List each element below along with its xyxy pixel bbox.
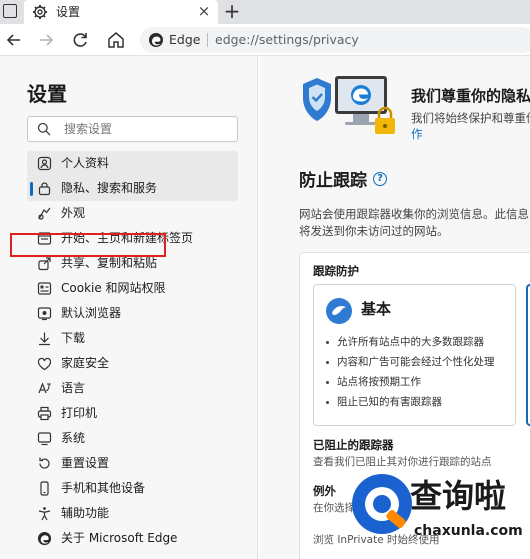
sidebar-item-phone[interactable]: 手机和其他设备 — [27, 476, 238, 501]
refresh-icon[interactable] — [68, 28, 92, 52]
tab-bar: 设置 × + — [0, 0, 530, 24]
watermark-text: 查询啦 — [410, 477, 507, 515]
edge-icon — [37, 531, 52, 546]
tracking-prevention-title: 防止跟踪 — [299, 171, 367, 191]
blocked-trackers-title[interactable]: 已阻止的跟踪器 — [313, 437, 394, 453]
sidebar-item-label: 打印机 — [61, 406, 98, 420]
privacy-illustration-icon — [303, 76, 395, 134]
url-field[interactable]: Edge edge://settings/privacy — [140, 27, 530, 53]
tracking-option-balanced[interactable] — [526, 284, 530, 426]
share-icon — [38, 257, 51, 271]
back-icon[interactable] — [2, 28, 26, 52]
sidebar-item-label: 家庭安全 — [61, 356, 110, 370]
address-bar: Edge edge://settings/privacy — [0, 24, 530, 56]
omnibox-divider — [207, 33, 208, 47]
accessibility-icon — [38, 507, 51, 521]
settings-sidebar: 设置 搜索设置 个人资料 隐私、搜索和服务 外观 开始、主页和新建标签页 共享、… — [0, 56, 258, 559]
sidebar-item-language[interactable]: 语言 — [27, 376, 238, 401]
hero-title: 我们尊重你的隐私 — [411, 87, 530, 105]
sidebar-item-reset[interactable]: 重置设置 — [27, 451, 238, 476]
profile-icon — [37, 156, 52, 171]
hero-description: 我们将始终保护和尊重你 — [411, 111, 530, 125]
hero-link[interactable]: 作 — [411, 126, 423, 142]
phone-icon — [40, 481, 49, 496]
edge-brand-label: Edge — [169, 32, 201, 47]
watermark-logo: 查询啦 chaxunla.com — [350, 470, 530, 559]
exceptions-description: 在你选择 — [313, 502, 355, 514]
tab-title: 设置 — [56, 5, 81, 19]
option-bullet: 内容和广告可能会经过个性化处理 — [326, 355, 495, 369]
sidebar-item-label: 下载 — [61, 331, 86, 345]
sidebar-item-label: 隐私、搜索和服务 — [61, 181, 158, 195]
help-icon[interactable]: ? — [373, 172, 387, 186]
option-title: 基本 — [361, 300, 392, 318]
search-icon — [37, 122, 51, 136]
sidebar-item-label: 个人资料 — [61, 156, 110, 170]
tab-close-button[interactable]: × — [196, 3, 212, 19]
sidebar-item-label: 辅助功能 — [61, 506, 110, 520]
language-icon — [38, 382, 51, 394]
sidebar-item-label: 手机和其他设备 — [61, 481, 146, 495]
gear-icon — [33, 5, 47, 19]
option-bullet: 站点将按预期工作 — [326, 375, 421, 389]
tracking-prevention-description: 网站会使用跟踪器收集你的浏览信息。此信息将发送到你未访问过的网站。 — [299, 207, 529, 238]
download-icon — [39, 332, 50, 346]
sidebar-item-label: 语言 — [61, 381, 86, 395]
sidebar-item-label: 共享、复制和粘贴 — [61, 256, 158, 270]
system-icon — [37, 432, 52, 446]
new-tab-button[interactable]: + — [222, 1, 242, 21]
sidebar-item-label: 默认浏览器 — [61, 306, 122, 320]
reset-icon — [39, 457, 50, 469]
browser-icon — [37, 307, 52, 321]
sidebar-item-label: 系统 — [61, 431, 86, 445]
sidebar-item-label: 外观 — [61, 206, 86, 220]
tracking-prevention-label: 跟踪防护 — [313, 264, 359, 278]
search-placeholder: 搜索设置 — [64, 122, 113, 136]
family-icon — [37, 357, 52, 371]
lock-icon — [38, 182, 51, 196]
printer-icon — [37, 406, 52, 421]
sidebar-item-system[interactable]: 系统 — [27, 426, 238, 451]
sidebar-title: 设置 — [27, 82, 67, 106]
forward-icon[interactable] — [34, 28, 58, 52]
sidebar-item-label: 重置设置 — [61, 456, 110, 470]
tab-settings[interactable]: 设置 × — [24, 0, 218, 24]
sidebar-item-cookies[interactable]: Cookie 和网站权限 — [27, 276, 238, 301]
sidebar-item-label: 关于 Microsoft Edge — [61, 531, 178, 545]
sidebar-item-default-browser[interactable]: 默认浏览器 — [27, 301, 238, 326]
sidebar-item-accessibility[interactable]: 辅助功能 — [27, 501, 238, 526]
tab-actions-icon[interactable] — [3, 4, 17, 18]
appearance-icon — [38, 207, 51, 220]
cookie-icon — [37, 282, 52, 295]
sidebar-item-downloads[interactable]: 下载 — [27, 326, 238, 351]
sidebar-item-profile[interactable]: 个人资料 — [27, 151, 238, 176]
watermark-domain: chaxunla.com — [414, 523, 523, 539]
sidebar-item-printers[interactable]: 打印机 — [27, 401, 238, 426]
exceptions-title[interactable]: 例外 — [313, 483, 336, 499]
sidebar-item-about[interactable]: 关于 Microsoft Edge — [27, 526, 238, 551]
search-input[interactable]: 搜索设置 — [27, 116, 238, 142]
tracking-option-basic[interactable]: 基本 允许所有站点中的大多数跟踪器 内容和广告可能会经过个性化处理 站点将按预期… — [313, 284, 516, 426]
sidebar-item-privacy[interactable]: 隐私、搜索和服务 — [27, 176, 238, 201]
option-bullet: 阻止已知的有害跟踪器 — [326, 395, 442, 409]
sidebar-item-label: Cookie 和网站权限 — [61, 281, 166, 295]
blocked-trackers-description: 查看我们已阻止其对你进行跟踪的站点 — [313, 456, 492, 468]
url-text: edge://settings/privacy — [215, 32, 359, 47]
basic-shield-icon — [326, 298, 352, 324]
option-bullet: 允许所有站点中的大多数跟踪器 — [326, 335, 484, 349]
edge-icon — [149, 33, 163, 47]
active-indicator — [30, 182, 33, 196]
sidebar-item-family[interactable]: 家庭安全 — [27, 351, 238, 376]
highlight-box — [10, 233, 166, 257]
home-icon[interactable] — [104, 28, 128, 52]
sidebar-item-appearance[interactable]: 外观 — [27, 201, 238, 226]
